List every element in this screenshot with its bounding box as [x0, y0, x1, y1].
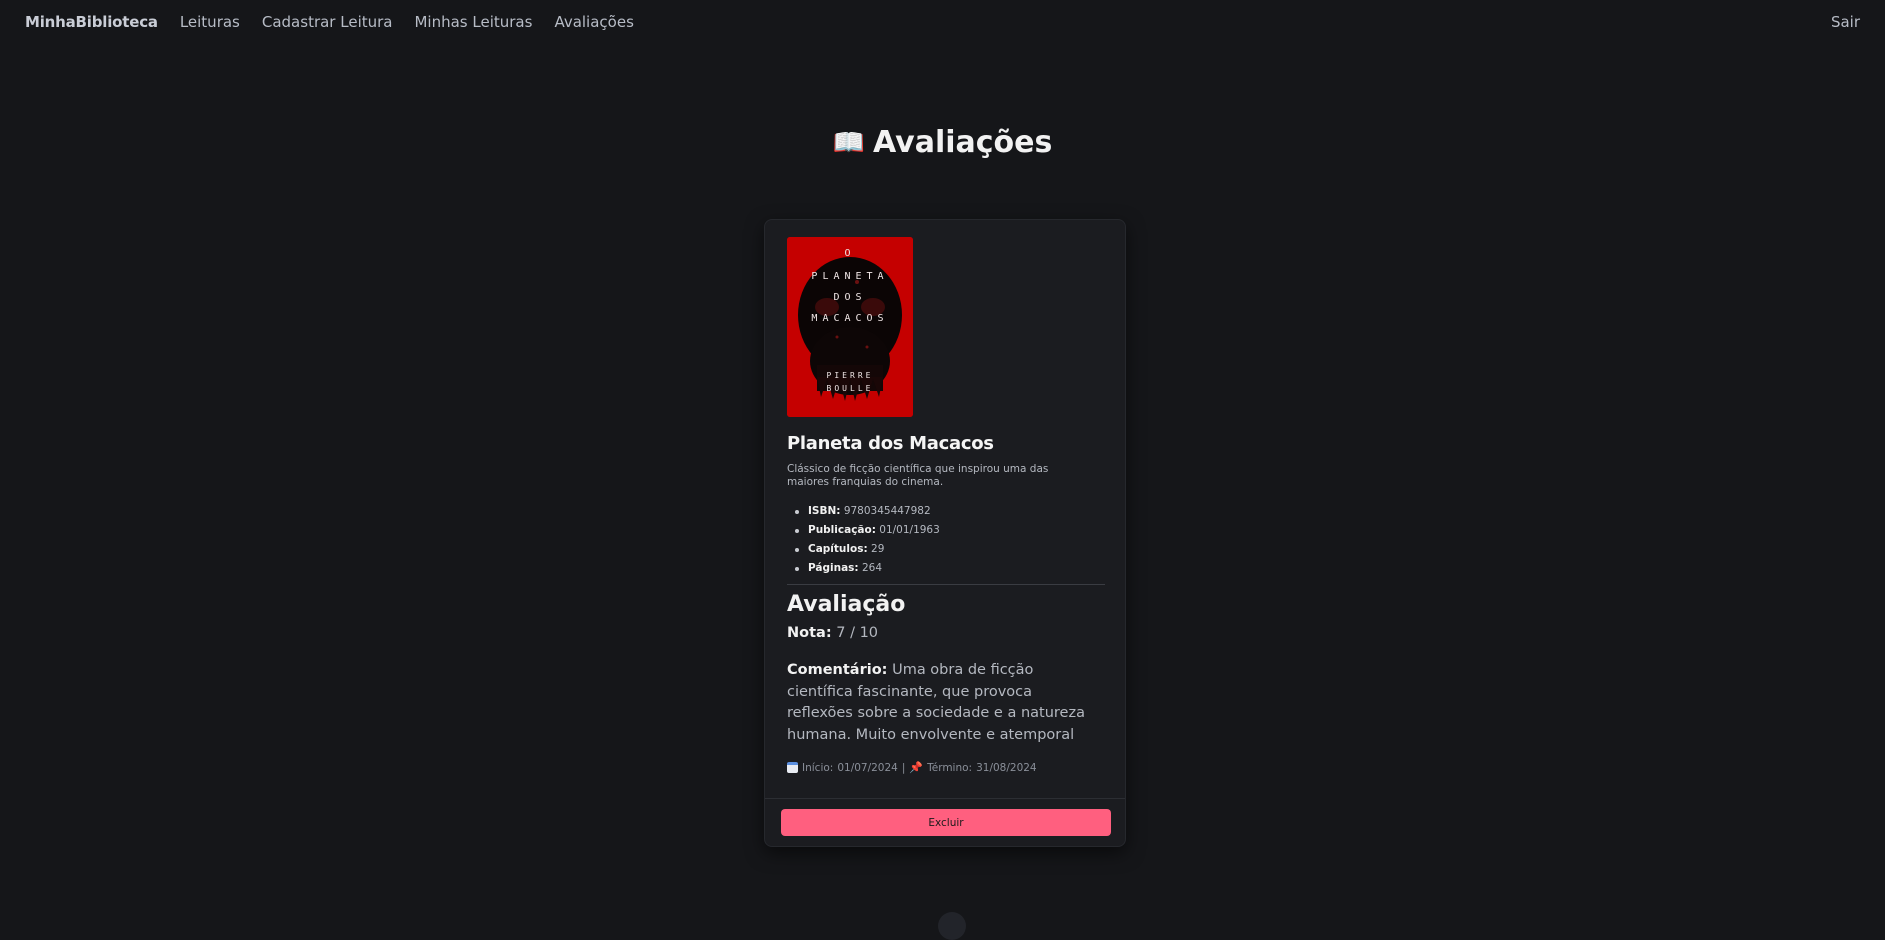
end-label: Término: [927, 761, 973, 774]
info-isbn: ISBN: 9780345447982 [787, 502, 1087, 521]
brand-logo[interactable]: MinhaBiblioteca [25, 13, 158, 31]
nav-link-minhas-leituras[interactable]: Minhas Leituras [414, 13, 532, 31]
book-cover: O PLANETA DOS MACACOS PIERRE BOULLE [787, 237, 913, 417]
pushpin-icon: 📌 [909, 761, 924, 774]
info-publication-value: 01/01/1963 [879, 524, 940, 536]
navbar: MinhaBiblioteca Leituras Cadastrar Leitu… [0, 0, 1885, 44]
nav-link-avaliacoes[interactable]: Avaliações [554, 13, 633, 31]
cover-text-o: O [844, 248, 856, 259]
page-title: 📖 Avaliações [0, 125, 1885, 160]
nav-link-leituras[interactable]: Leituras [180, 13, 240, 31]
reading-dates: Início: 01/07/2024 | 📌 Término: 31/08/20… [787, 761, 1037, 774]
review-score: Nota: 7 / 10 [787, 625, 878, 641]
section-divider [787, 584, 1105, 585]
review-heading: Avaliação [787, 592, 906, 617]
info-pages: Páginas: 264 [787, 559, 1087, 578]
score-label: Nota: [787, 625, 832, 641]
cover-text-author-last: BOULLE [826, 384, 874, 393]
page-title-text: Avaliações [873, 125, 1053, 160]
cover-text-macacos: MACACOS [811, 313, 889, 324]
info-isbn-value: 9780345447982 [843, 505, 931, 517]
cover-text-planeta: PLANETA [811, 271, 889, 282]
delete-button[interactable]: Excluir [781, 809, 1111, 836]
open-book-icon: 📖 [832, 128, 865, 158]
end-date: 31/08/2024 [976, 761, 1037, 774]
date-separator: | [901, 761, 906, 774]
cover-text-dos: DOS [833, 292, 867, 303]
info-pages-value: 264 [861, 562, 883, 574]
info-chapters-value: 29 [871, 543, 885, 555]
book-title: Planeta dos Macacos [787, 433, 994, 454]
review-comment: Comentário: Uma obra de ficção científic… [787, 660, 1097, 746]
nav-link-cadastrar-leitura[interactable]: Cadastrar Leitura [262, 13, 393, 31]
start-date: 01/07/2024 [837, 761, 898, 774]
info-publication-label: Publicação: [808, 524, 876, 536]
info-chapters-label: Capítulos: [808, 543, 868, 555]
book-description: Clássico de ficção científica que inspir… [787, 463, 1049, 488]
info-publication: Publicação: 01/01/1963 [787, 521, 1087, 540]
logout-link[interactable]: Sair [1831, 13, 1860, 31]
cover-text-author-first: PIERRE [826, 371, 874, 380]
info-isbn-label: ISBN: [808, 505, 841, 517]
comment-label: Comentário: [787, 662, 888, 678]
score-value: 7 / 10 [836, 625, 879, 641]
info-chapters: Capítulos: 29 [787, 540, 1087, 559]
scroll-to-top-button[interactable] [938, 912, 966, 940]
calendar-icon [787, 762, 798, 773]
start-label: Início: [802, 761, 834, 774]
book-info-list: ISBN: 9780345447982 Publicação: 01/01/19… [787, 502, 1087, 578]
review-card: O PLANETA DOS MACACOS PIERRE BOULLE Plan… [764, 219, 1126, 847]
card-footer-divider [765, 798, 1125, 799]
info-pages-label: Páginas: [808, 562, 859, 574]
